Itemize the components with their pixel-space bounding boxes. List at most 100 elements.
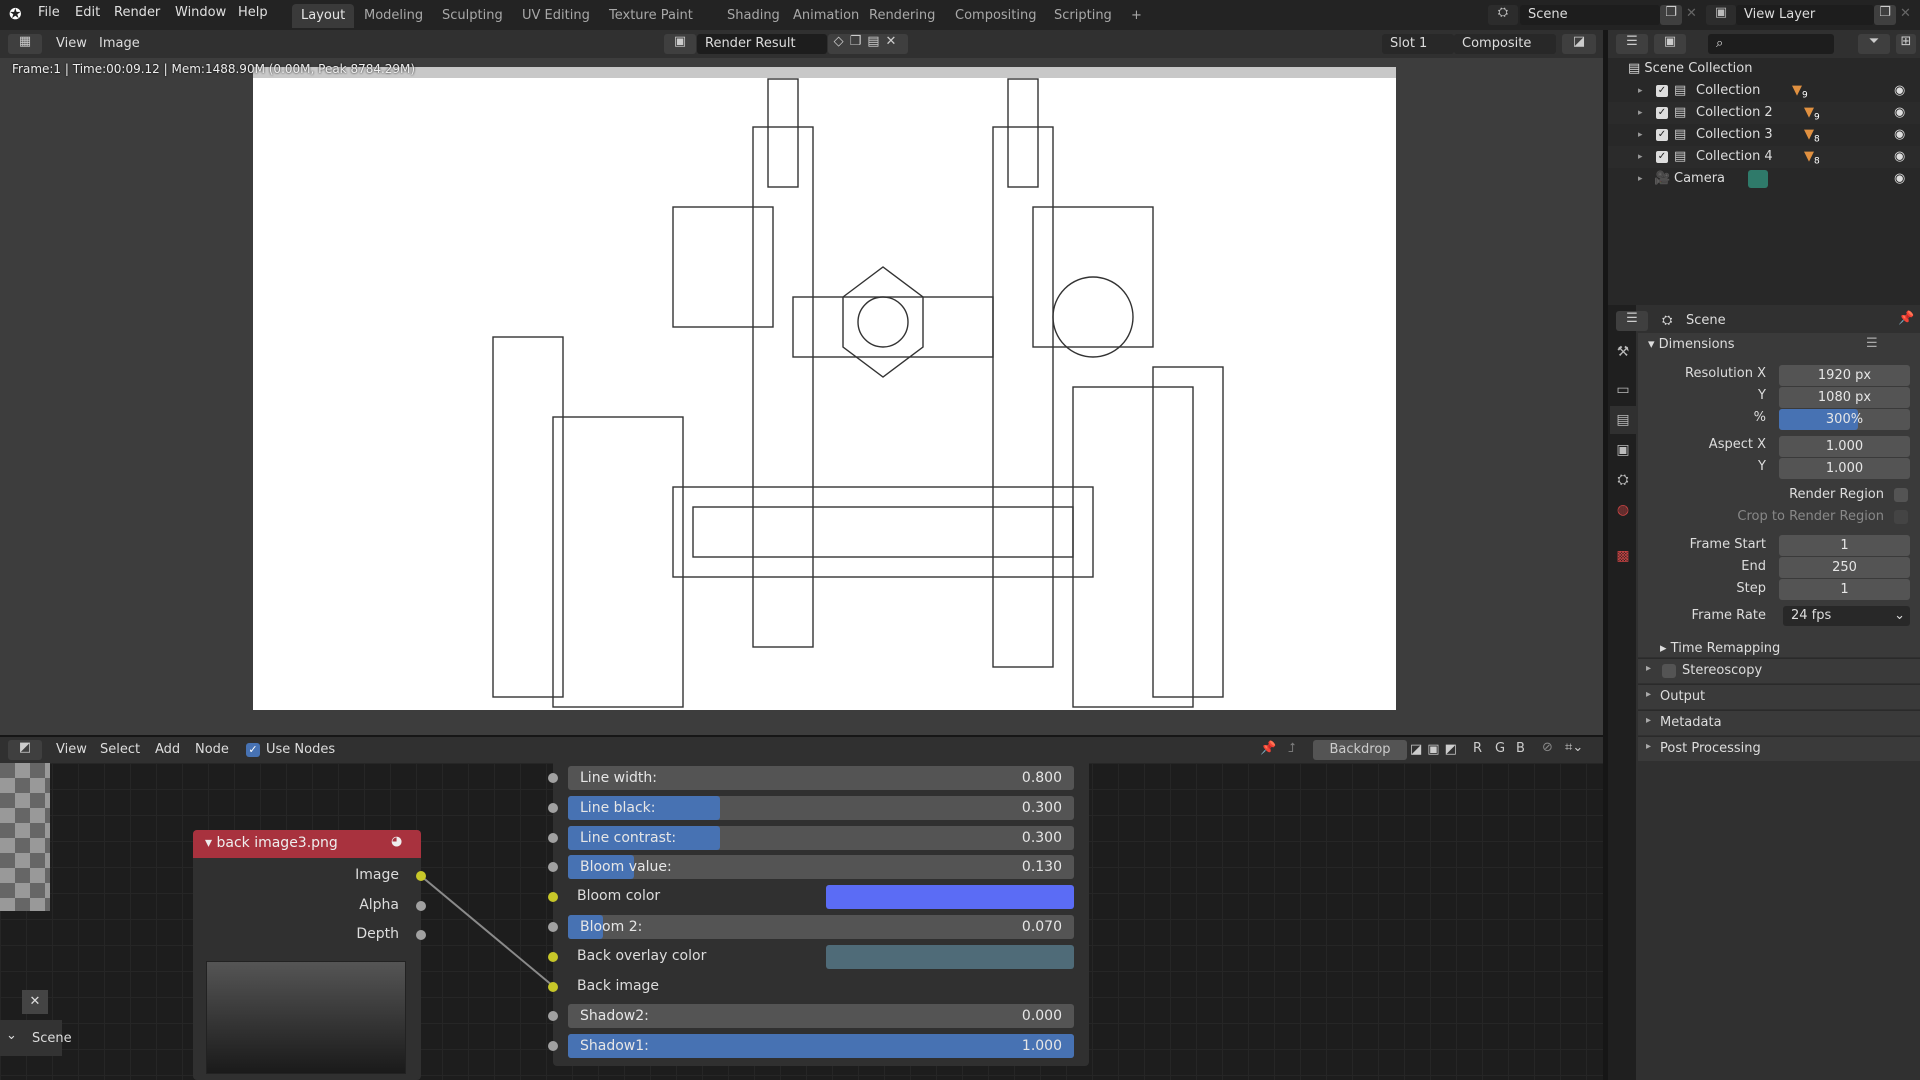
aspect-x-field[interactable]: 1.000 xyxy=(1779,436,1910,457)
image-node-header[interactable]: ▾ back image3.png ◕ xyxy=(193,830,421,858)
visibility-eye-icon[interactable]: ◉ xyxy=(1894,124,1905,146)
presets-icon[interactable]: ☰ xyxy=(1866,336,1878,351)
menu-view[interactable]: View xyxy=(56,36,87,51)
render-pass-selector[interactable]: Composite xyxy=(1454,34,1556,54)
render-region-checkbox[interactable] xyxy=(1894,488,1908,502)
outliner-item-label[interactable]: Camera xyxy=(1674,168,1725,190)
menu-window[interactable]: Window xyxy=(175,5,226,20)
snap-icon[interactable]: ⊘ xyxy=(1542,740,1553,755)
outliner-search-input[interactable]: ⌕ xyxy=(1708,34,1834,54)
frame-start-field[interactable]: 1 xyxy=(1779,535,1910,556)
output-depth-socket[interactable] xyxy=(416,930,426,940)
outliner-row[interactable]: ▸ ✓ ▤ Collection 4 ▼8 ◉ xyxy=(1608,146,1920,168)
resolution-x-field[interactable]: 1920 px xyxy=(1779,365,1910,386)
outliner-row[interactable]: ▸ ✓ ▤ Collection 3 ▼8 ◉ xyxy=(1608,124,1920,146)
menu-help[interactable]: Help xyxy=(238,5,268,20)
channel-g[interactable]: G xyxy=(1495,741,1505,756)
resolution-y-field[interactable]: 1080 px xyxy=(1779,387,1910,408)
color-swatch[interactable] xyxy=(826,885,1074,910)
channel-r[interactable]: R xyxy=(1473,741,1482,756)
node-editor-type-icon[interactable]: ◩ xyxy=(8,740,42,760)
output-image-socket[interactable] xyxy=(416,871,426,881)
tab-shading[interactable]: Shading xyxy=(718,4,789,28)
slot-selector[interactable]: Slot 1 xyxy=(1382,34,1454,54)
snap-element-icon[interactable]: ⌗⌄ xyxy=(1565,740,1583,755)
new-collection-icon[interactable]: ⊞ xyxy=(1896,34,1916,54)
add-workspace-button[interactable]: + xyxy=(1122,4,1151,28)
frame-step-field[interactable]: 1 xyxy=(1779,579,1910,600)
camera-data-icon[interactable] xyxy=(1748,170,1768,188)
node-menu-node[interactable]: Node xyxy=(195,742,229,757)
node-menu-add[interactable]: Add xyxy=(155,742,180,757)
view-layer-mode-icon[interactable]: ▣ xyxy=(1654,34,1686,54)
panel-stereoscopy[interactable]: ▸ Stereoscopy xyxy=(1638,658,1920,683)
time-remapping-subpanel[interactable]: ▸ Time Remapping xyxy=(1660,641,1780,656)
properties-editor-type-icon[interactable]: ☰ xyxy=(1616,311,1648,331)
input-socket[interactable] xyxy=(548,802,558,813)
scene-icon[interactable]: ⛭ xyxy=(1488,5,1518,25)
close-icon[interactable]: ✕ xyxy=(22,990,48,1014)
expand-icon[interactable]: ▸ xyxy=(1638,80,1643,102)
tab-scripting[interactable]: Scripting xyxy=(1045,4,1121,28)
tab-compositing[interactable]: Compositing xyxy=(946,4,1046,28)
group-input-slider[interactable]: Bloom value: 0.130 xyxy=(568,855,1074,880)
backdrop-toggle[interactable]: Backdrop xyxy=(1313,740,1407,760)
frame-end-field[interactable]: 250 xyxy=(1779,557,1910,578)
node-menu-select[interactable]: Select xyxy=(100,742,140,757)
input-socket[interactable] xyxy=(548,773,558,783)
visibility-eye-icon[interactable]: ◉ xyxy=(1894,102,1905,124)
exclude-checkbox[interactable]: ✓ xyxy=(1656,129,1668,141)
expand-icon[interactable]: ▸ xyxy=(1638,102,1643,124)
outliner-row[interactable]: ▸ ✓ ▤ Collection 2 ▼9 ◉ xyxy=(1608,102,1920,124)
visibility-eye-icon[interactable]: ◉ xyxy=(1894,80,1905,102)
display-channels-icon[interactable]: ◪ xyxy=(1562,34,1596,54)
group-input-slider[interactable]: Shadow1: 1.000 xyxy=(568,1034,1074,1059)
tab-layout[interactable]: Layout xyxy=(292,4,355,28)
menu-image[interactable]: Image xyxy=(99,36,140,51)
view-layer-selector[interactable]: View Layer xyxy=(1736,5,1874,25)
input-socket[interactable] xyxy=(548,981,558,992)
aspect-y-field[interactable]: 1.000 xyxy=(1779,458,1910,479)
image-viewport[interactable]: Frame:1 | Time:00:09.12 | Mem:1488.90M (… xyxy=(0,58,1603,735)
tab-texture-paint[interactable]: Texture Paint xyxy=(600,4,702,28)
expand-icon[interactable]: ▸ xyxy=(1638,124,1643,146)
tab-sculpting[interactable]: Sculpting xyxy=(433,4,512,28)
tool-tab-icon[interactable]: ⚒ xyxy=(1610,338,1636,366)
outliner-row[interactable]: ▸ 🎥 Camera ◉ xyxy=(1608,168,1920,190)
render-tab-icon[interactable]: ▭ xyxy=(1610,376,1636,404)
input-socket[interactable] xyxy=(548,922,558,932)
view-layer-icon[interactable]: ▣ xyxy=(1706,5,1736,25)
scene-selector[interactable]: Scene xyxy=(1520,5,1660,25)
filter-icon[interactable]: ⏷ xyxy=(1858,34,1890,54)
image-browse-icon[interactable]: ▣ xyxy=(664,34,696,54)
visibility-eye-icon[interactable]: ◉ xyxy=(1894,168,1905,190)
exclude-checkbox[interactable]: ✓ xyxy=(1656,151,1668,163)
parent-node-tree-icon[interactable]: ⮥ xyxy=(1288,741,1296,756)
visibility-eye-icon[interactable]: ◉ xyxy=(1894,146,1905,168)
input-socket[interactable] xyxy=(548,832,558,843)
panel-metadata[interactable]: ▸ Metadata xyxy=(1638,710,1920,735)
image-name-field[interactable]: Render Result xyxy=(697,34,827,54)
group-input-slider[interactable]: Line black: 0.300 xyxy=(568,795,1074,820)
group-input-slider[interactable]: Line contrast: 0.300 xyxy=(568,825,1074,850)
pin-node-tree-icon[interactable]: 📌 xyxy=(1260,741,1276,756)
expand-icon[interactable]: ▸ xyxy=(1638,146,1643,168)
panel-post-processing[interactable]: ▸ Post Processing xyxy=(1638,736,1920,761)
color-swatch[interactable] xyxy=(826,944,1074,969)
menu-file[interactable]: File xyxy=(38,5,60,20)
tab-modeling[interactable]: Modeling xyxy=(355,4,432,28)
node-menu-view[interactable]: View xyxy=(56,742,87,757)
group-input-slider[interactable]: Bloom 2: 0.070 xyxy=(568,915,1074,939)
blender-logo-icon[interactable]: ✪ xyxy=(9,5,22,23)
group-input-slider[interactable]: Line width: 0.800 xyxy=(568,766,1074,790)
tab-uv-editing[interactable]: UV Editing xyxy=(513,4,599,28)
delete-scene-icon[interactable]: ✕ xyxy=(1686,6,1697,21)
image-actions[interactable]: ◇❐▤✕ xyxy=(828,34,908,54)
scene-selector-small[interactable]: Scene ⌄ xyxy=(0,1020,72,1056)
tab-animation[interactable]: Animation xyxy=(784,4,868,28)
backdrop-channel-icons[interactable]: ◪▣◩ xyxy=(1410,742,1462,757)
input-socket[interactable] xyxy=(548,951,558,962)
scene-collection-row[interactable]: ▤ Scene Collection xyxy=(1628,58,1753,80)
world-tab-icon[interactable]: ◍ xyxy=(1610,496,1636,524)
outliner-row[interactable]: ▸ ✓ ▤ Collection ▼9 ◉ xyxy=(1608,80,1920,102)
